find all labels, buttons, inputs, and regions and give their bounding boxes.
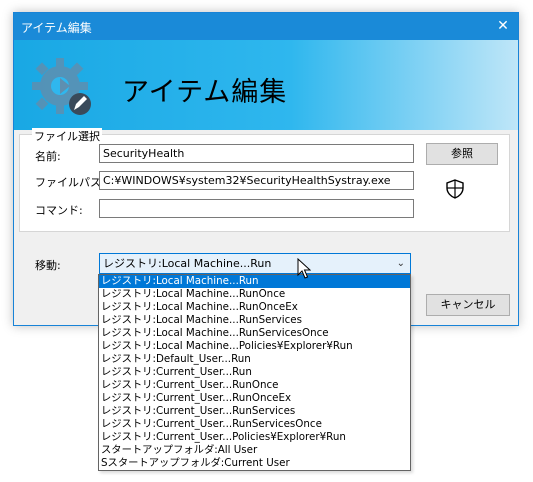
browse-button[interactable]: 参照	[426, 143, 498, 165]
name-input[interactable]: SecurityHealth	[99, 144, 414, 163]
dropdown-option[interactable]: レジストリ:Local Machine...Run	[99, 275, 410, 288]
path-input[interactable]: C:¥WINDOWS¥system32¥SecurityHealthSystra…	[99, 171, 414, 190]
dropdown-option[interactable]: レジストリ:Local Machine...RunOnceEx	[99, 301, 410, 314]
dropdown-option[interactable]: レジストリ:Local Machine...Policies¥Explorer¥…	[99, 340, 410, 353]
path-label: ファイルパス:	[35, 176, 105, 189]
move-select[interactable]: レジストリ:Local Machine...Run ⌄	[99, 253, 411, 274]
dropdown-option[interactable]: スタートアップフォルダ:All User	[99, 444, 410, 457]
move-select-value: レジストリ:Local Machine...Run	[103, 257, 272, 270]
move-dropdown-list: レジストリ:Local Machine...Run レジストリ:Local Ma…	[98, 274, 411, 471]
mouse-cursor-icon	[297, 258, 311, 279]
dropdown-option[interactable]: レジストリ:Current_User...RunOnce	[99, 379, 410, 392]
title-bar[interactable]: アイテム編集 ✕	[14, 13, 518, 40]
dropdown-option[interactable]: レジストリ:Current_User...RunOnceEx	[99, 392, 410, 405]
group-legend: ファイル選択	[32, 128, 102, 144]
gear-edit-icon	[32, 58, 91, 115]
dropdown-option[interactable]: レジストリ:Default_User...Run	[99, 353, 410, 366]
shield-icon	[446, 179, 464, 199]
dropdown-option[interactable]: レジストリ:Current_User...RunServices	[99, 405, 410, 418]
dropdown-option[interactable]: レジストリ:Current_User...Run	[99, 366, 410, 379]
banner-title: アイテム編集	[122, 77, 288, 108]
cancel-button[interactable]: キャンセル	[426, 294, 510, 316]
window-title: アイテム編集	[21, 21, 92, 35]
dropdown-option[interactable]: レジストリ:Local Machine...RunServicesOnce	[99, 327, 410, 340]
banner: アイテム編集	[14, 40, 518, 130]
command-label: コマンド:	[35, 204, 83, 217]
dropdown-option[interactable]: レジストリ:Local Machine...RunServices	[99, 314, 410, 327]
dropdown-option[interactable]: レジストリ:Current_User...RunServicesOnce	[99, 418, 410, 431]
name-label: 名前:	[35, 150, 61, 163]
dropdown-option[interactable]: Sスタートアップフォルダ:Current User	[99, 457, 410, 470]
move-label: 移動:	[35, 259, 61, 272]
command-input[interactable]	[99, 199, 414, 218]
dropdown-option[interactable]: レジストリ:Current_User...Policies¥Explorer¥R…	[99, 431, 410, 444]
dropdown-option[interactable]: レジストリ:Local Machine...RunOnce	[99, 288, 410, 301]
chevron-down-icon: ⌄	[396, 258, 405, 269]
close-button[interactable]: ✕	[492, 15, 514, 37]
